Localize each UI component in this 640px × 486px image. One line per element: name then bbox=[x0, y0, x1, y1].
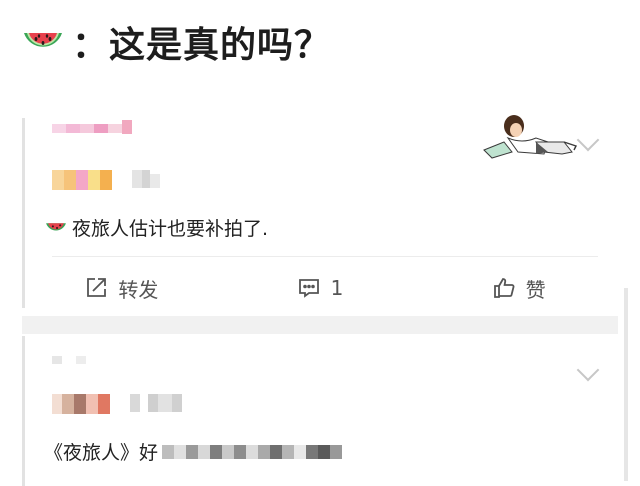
watermelon-icon bbox=[24, 33, 62, 47]
blurred-username bbox=[52, 120, 132, 134]
blurred-avatar bbox=[52, 394, 182, 414]
cartoon-sticker bbox=[483, 115, 577, 159]
thread-line bbox=[22, 336, 25, 486]
section-separator bbox=[22, 316, 618, 334]
headline-text: ：这是真的吗？ bbox=[72, 25, 332, 66]
blurred-text bbox=[162, 444, 343, 459]
thumbs-up-icon bbox=[493, 278, 515, 298]
chevron-down-icon[interactable] bbox=[576, 358, 600, 382]
divider bbox=[52, 256, 598, 257]
comment-button[interactable]: 1 bbox=[221, 276, 420, 300]
share-button[interactable]: 转发 bbox=[22, 274, 221, 303]
like-label: 赞 bbox=[525, 277, 546, 302]
comment-body: 夜旅人估计也要补拍了. bbox=[72, 218, 269, 240]
headline: ：这是真的吗？ bbox=[20, 14, 331, 70]
comment-text: 夜旅人估计也要补拍了. bbox=[44, 214, 268, 241]
comment-card: 《夜旅人》好 bbox=[22, 336, 618, 486]
comment-icon bbox=[298, 279, 319, 298]
scrollbar-track[interactable] bbox=[624, 288, 628, 481]
comment-count: 1 bbox=[330, 276, 344, 300]
action-bar: 转发 1 赞 bbox=[22, 268, 618, 308]
comment-body: 《夜旅人》好 bbox=[44, 442, 159, 464]
share-icon bbox=[87, 278, 107, 297]
watermelon-icon bbox=[46, 222, 66, 230]
comment-text: 《夜旅人》好 bbox=[44, 438, 343, 465]
share-label: 转发 bbox=[118, 277, 159, 302]
chevron-down-icon[interactable] bbox=[576, 128, 600, 152]
blurred-avatar bbox=[52, 170, 160, 190]
blurred-username bbox=[52, 356, 86, 364]
like-button[interactable]: 赞 bbox=[419, 274, 618, 303]
